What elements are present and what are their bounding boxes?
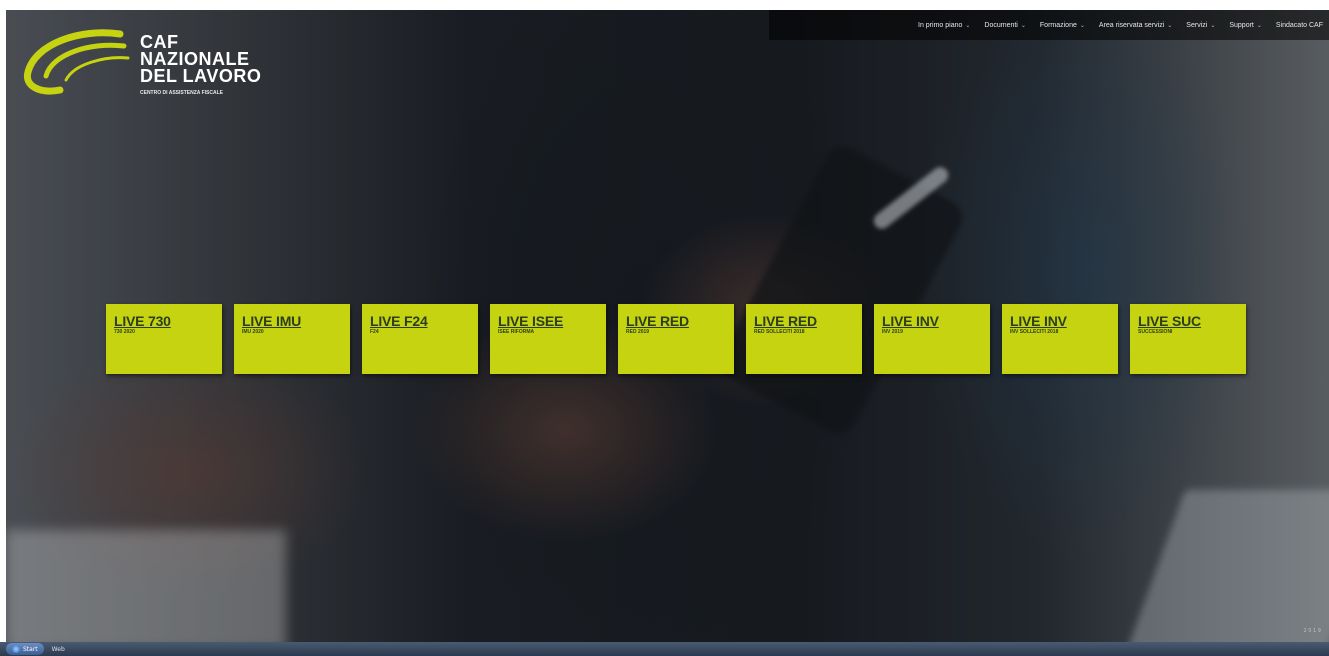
nav-item-area-riservata[interactable]: Area riservata servizi ⌄ <box>1099 22 1172 29</box>
background-desk <box>6 530 286 642</box>
site-logo[interactable]: CAF NAZIONALE DEL LAVORO CENTRO DI ASSIS… <box>20 24 310 119</box>
chevron-down-icon: ⌄ <box>1210 22 1216 29</box>
main-nav: In primo piano ⌄ Documenti ⌄ Formazione … <box>769 10 1329 40</box>
logo-swoosh-icon <box>23 29 130 95</box>
chevron-down-icon: ⌄ <box>1256 22 1262 29</box>
nav-item-label: In primo piano <box>918 21 963 29</box>
tile-title: LIVE RED <box>626 313 689 329</box>
nav-item-servizi[interactable]: Servizi ⌄ <box>1186 22 1215 29</box>
nav-item-support[interactable]: Support ⌄ <box>1229 22 1262 29</box>
tile-subtitle: RED 2019 <box>626 329 650 335</box>
nav-item-label: Formazione <box>1039 21 1077 29</box>
tile-subtitle: INV SOLLECITI 2018 <box>1010 329 1059 335</box>
tile-live-isee[interactable]: LIVE ISEE ISEE RIFORMA <box>490 304 606 374</box>
start-orb-icon <box>12 645 20 653</box>
logo-subtitle: CENTRO DI ASSISTENZA FISCALE <box>140 90 223 96</box>
tile-title: LIVE F24 <box>370 313 428 329</box>
tile-live-inv-solleciti[interactable]: LIVE INV INV SOLLECITI 2018 <box>1002 304 1118 374</box>
nav-item-label: Area riservata servizi <box>1098 21 1165 29</box>
tile-subtitle: IMU 2020 <box>242 329 264 335</box>
tile-live-suc[interactable]: LIVE SUC SUCCESSIONI <box>1130 304 1246 374</box>
nav-item-documenti[interactable]: Documenti ⌄ <box>984 22 1026 29</box>
tile-subtitle: INV 2019 <box>882 329 903 335</box>
nav-item-sindacato[interactable]: Sindacato CAF <box>1276 22 1323 29</box>
nav-item-label: Support <box>1229 21 1254 29</box>
corner-label: 2 0 1 9 <box>1303 628 1322 634</box>
tile-live-red-solleciti[interactable]: LIVE RED RED SOLLECITI 2018 <box>746 304 862 374</box>
tile-title: LIVE ISEE <box>498 313 564 329</box>
tile-title: LIVE SUC <box>1138 313 1201 329</box>
os-taskbar: Start Web <box>0 642 1329 656</box>
tile-live-730[interactable]: LIVE 730 730 2020 <box>106 304 222 374</box>
tile-live-f24[interactable]: LIVE F24 F24 <box>362 304 478 374</box>
nav-item-primo-piano[interactable]: In primo piano ⌄ <box>918 22 970 29</box>
logo-text-line3: DEL LAVORO <box>140 66 262 86</box>
tile-subtitle: ISEE RIFORMA <box>498 329 535 335</box>
tile-live-red[interactable]: LIVE RED RED 2019 <box>618 304 734 374</box>
tile-title: LIVE 730 <box>114 313 171 329</box>
tile-subtitle: 730 2020 <box>114 329 135 335</box>
tile-subtitle: F24 <box>370 329 379 335</box>
tile-title: LIVE INV <box>882 313 939 329</box>
tile-title: LIVE RED <box>754 313 817 329</box>
tile-subtitle: SUCCESSIONI <box>1138 329 1173 335</box>
chevron-down-icon: ⌄ <box>1079 22 1085 29</box>
taskbar-app[interactable]: Web <box>52 646 65 653</box>
tile-live-imu[interactable]: LIVE IMU IMU 2020 <box>234 304 350 374</box>
start-button[interactable]: Start <box>6 643 44 655</box>
nav-item-label: Sindacato CAF <box>1275 21 1323 29</box>
nav-item-label: Servizi <box>1186 21 1208 29</box>
chevron-down-icon: ⌄ <box>965 22 971 29</box>
live-tiles: LIVE 730 730 2020 LIVE IMU IMU 2020 LIVE… <box>106 304 1246 374</box>
tile-title: LIVE IMU <box>242 313 302 329</box>
start-label: Start <box>23 645 38 653</box>
chevron-down-icon: ⌄ <box>1020 22 1026 29</box>
tile-title: LIVE INV <box>1010 313 1067 329</box>
tile-subtitle: RED SOLLECITI 2018 <box>754 329 805 335</box>
tile-live-inv[interactable]: LIVE INV INV 2019 <box>874 304 990 374</box>
nav-item-label: Documenti <box>984 21 1018 29</box>
hero-background: CAF NAZIONALE DEL LAVORO CENTRO DI ASSIS… <box>6 10 1329 642</box>
chevron-down-icon: ⌄ <box>1167 22 1173 29</box>
nav-item-formazione[interactable]: Formazione ⌄ <box>1040 22 1085 29</box>
